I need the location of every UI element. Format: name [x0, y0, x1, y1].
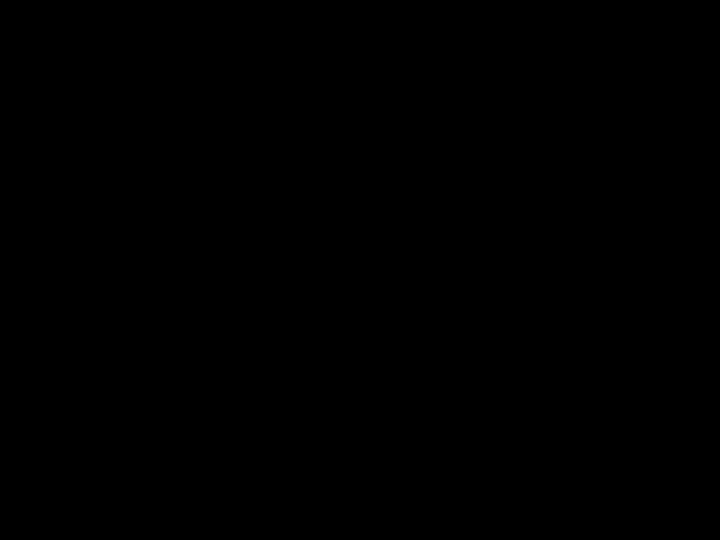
code-line: def f(x:Int) : Pos = { — [42, 173, 678, 206]
slide-title: Subtyping Example — [0, 22, 720, 66]
code-line: } — [42, 238, 678, 271]
blank-line — [42, 141, 678, 173]
code-line: ... — [42, 205, 678, 238]
blank-line — [42, 270, 678, 302]
slide: Subtyping Example Pos <: Int def f(x:Int… — [0, 0, 720, 540]
slide-body: Pos <: Int def f(x:Int) : Pos = { ... } … — [42, 108, 678, 481]
result-note: - type checks — [72, 450, 678, 481]
code-line: var p : Pos — [42, 302, 678, 335]
code-line: var q : Int — [42, 335, 678, 368]
code-line: Pos <: Int — [42, 108, 678, 141]
code-line: q = f(p) — [42, 399, 678, 432]
blank-line — [42, 367, 678, 399]
